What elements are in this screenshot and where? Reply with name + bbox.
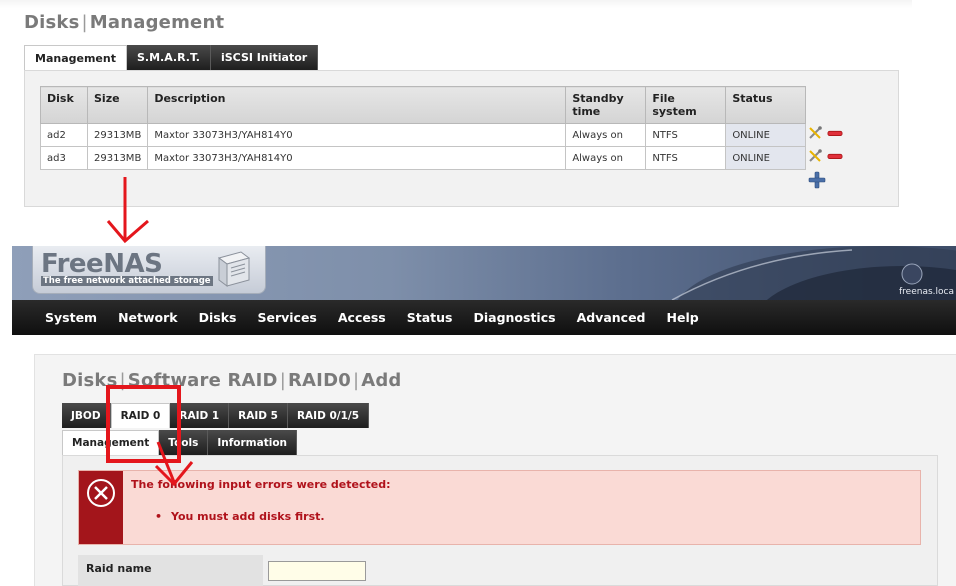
title-part: Add bbox=[361, 370, 402, 391]
col-filesystem-header: File system bbox=[645, 86, 727, 124]
title-separator: | bbox=[279, 370, 286, 391]
disk-table: Disk Size Description Standby time File … bbox=[40, 86, 807, 170]
input-error-box: The following input errors were detected… bbox=[78, 470, 921, 545]
delete-minus-icon[interactable] bbox=[827, 126, 843, 140]
cell-standby: Always on bbox=[565, 146, 647, 170]
cell-size: 29313MB bbox=[86, 123, 149, 147]
logo-text: FreeNAS bbox=[41, 249, 163, 279]
col-disk-header: Disk bbox=[40, 86, 88, 124]
title-separator: | bbox=[352, 370, 360, 391]
title-part: Management bbox=[89, 12, 225, 33]
tab-raid5[interactable]: RAID 5 bbox=[229, 403, 288, 428]
tab-smart[interactable]: S.M.A.R.T. bbox=[126, 45, 211, 70]
tab-raid015[interactable]: RAID 0/1/5 bbox=[287, 403, 370, 428]
nav-access[interactable]: Access bbox=[338, 310, 386, 325]
col-status-header: Status bbox=[725, 86, 807, 124]
nav-diagnostics[interactable]: Diagnostics bbox=[473, 310, 555, 325]
cell-size: 29313MB bbox=[86, 146, 149, 170]
page-title-disks-management: Disks | Management bbox=[24, 12, 224, 33]
disk-tabs: Management S.M.A.R.T. iSCSI Initiator bbox=[24, 45, 319, 70]
logo-tagline: The free network attached storage bbox=[41, 276, 213, 286]
error-sidebar bbox=[79, 471, 123, 544]
cell-filesystem: NTFS bbox=[645, 146, 727, 170]
hostname-label: freenas.loca bbox=[899, 287, 954, 297]
table-row: ad3 29313MB Maxtor 33073H3/YAH814Y0 Alwa… bbox=[40, 146, 807, 170]
cell-status: ONLINE bbox=[725, 123, 807, 147]
cell-disk: ad2 bbox=[40, 123, 88, 147]
red-arrow-down-icon bbox=[106, 177, 149, 244]
edit-tools-icon[interactable] bbox=[808, 126, 824, 140]
cell-disk: ad3 bbox=[40, 146, 88, 170]
red-arrow-diagonal-icon bbox=[154, 441, 194, 487]
error-x-icon bbox=[87, 479, 115, 507]
row-actions-ad3 bbox=[808, 149, 843, 163]
nav-help[interactable]: Help bbox=[667, 310, 699, 325]
title-separator: | bbox=[81, 12, 88, 33]
freenas-header: FreeNAS The free network attached storag… bbox=[12, 246, 956, 300]
cell-description: Maxtor 33073H3/YAH814Y0 bbox=[147, 123, 567, 147]
raid-name-input[interactable] bbox=[268, 561, 366, 581]
col-description-header: Description bbox=[147, 86, 567, 124]
table-header-row: Disk Size Description Standby time File … bbox=[40, 86, 807, 124]
cell-description: Maxtor 33073H3/YAH814Y0 bbox=[147, 146, 567, 170]
title-part: RAID0 bbox=[287, 370, 351, 391]
nav-services[interactable]: Services bbox=[257, 310, 316, 325]
top-band bbox=[0, 0, 912, 8]
add-plus-icon[interactable] bbox=[808, 171, 826, 189]
cell-filesystem: NTFS bbox=[645, 123, 727, 147]
nav-disks[interactable]: Disks bbox=[199, 310, 237, 325]
col-standby-header: Standby time bbox=[565, 86, 647, 124]
freenas-logo[interactable]: FreeNAS The free network attached storag… bbox=[32, 246, 266, 294]
delete-minus-icon[interactable] bbox=[827, 149, 843, 163]
col-size-header: Size bbox=[86, 86, 149, 124]
main-nav: System Network Disks Services Access Sta… bbox=[12, 300, 956, 335]
nav-advanced[interactable]: Advanced bbox=[577, 310, 646, 325]
raid-name-row: Raid name bbox=[78, 555, 921, 586]
raid-name-label: Raid name bbox=[78, 555, 263, 586]
tab-iscsi-initiator[interactable]: iSCSI Initiator bbox=[210, 45, 319, 70]
cell-status: ONLINE bbox=[725, 146, 807, 170]
tab-management[interactable]: Management bbox=[24, 45, 127, 70]
cell-standby: Always on bbox=[565, 123, 647, 147]
tab-raid-information[interactable]: Information bbox=[208, 430, 298, 455]
server-box-icon bbox=[217, 251, 251, 287]
nav-network[interactable]: Network bbox=[118, 310, 178, 325]
error-item: You must add disks first. bbox=[155, 510, 325, 523]
tab-jbod[interactable]: JBOD bbox=[62, 403, 111, 428]
title-part: Disks bbox=[24, 12, 80, 33]
edit-tools-icon[interactable] bbox=[808, 149, 824, 163]
row-actions-ad2 bbox=[808, 126, 843, 140]
nav-status[interactable]: Status bbox=[407, 310, 453, 325]
nav-system[interactable]: System bbox=[45, 310, 97, 325]
table-row: ad2 29313MB Maxtor 33073H3/YAH814Y0 Alwa… bbox=[40, 123, 807, 147]
